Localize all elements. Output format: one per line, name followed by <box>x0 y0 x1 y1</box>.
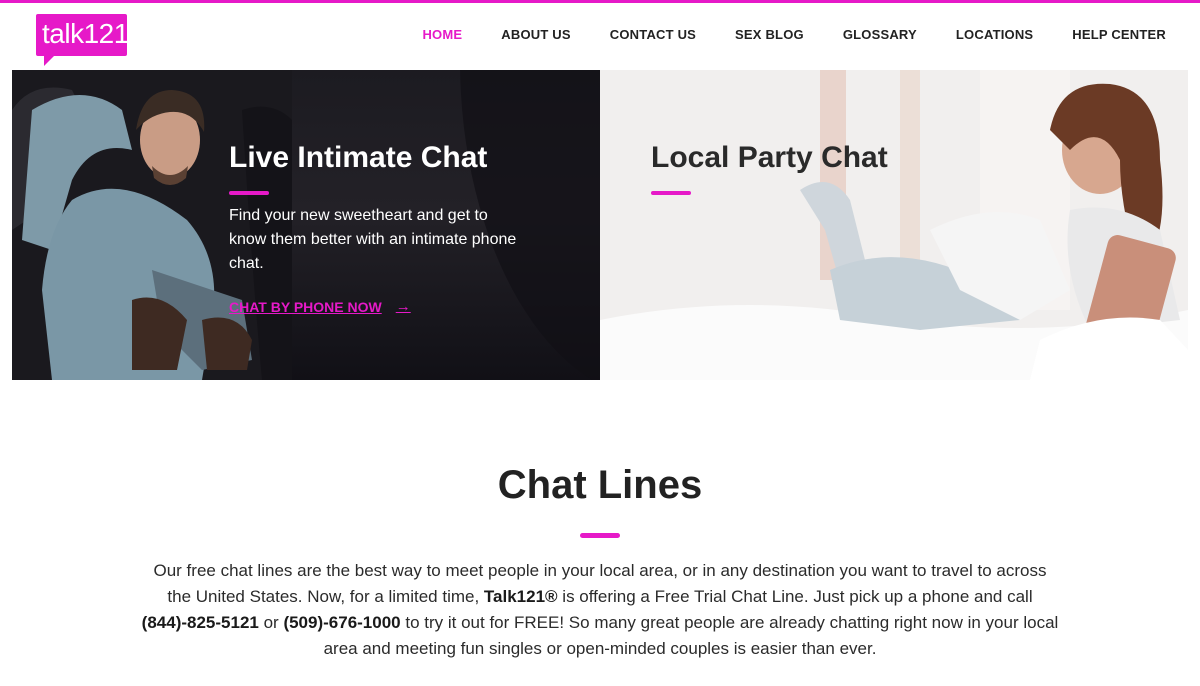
chat-lines-paragraph: Our free chat lines are the best way to … <box>140 558 1060 662</box>
arrow-right-icon: → <box>395 298 411 315</box>
nav-sex-blog[interactable]: SEX BLOG <box>735 27 804 42</box>
phone-number-2[interactable]: (509)-676-1000 <box>283 613 400 632</box>
phone-number-1[interactable]: (844)-825-5121 <box>142 613 259 632</box>
chat-lines-heading: Chat Lines <box>497 463 703 507</box>
nav-locations[interactable]: LOCATIONS <box>956 27 1033 42</box>
chat-by-phone-now-label: CHAT BY PHONE NOW <box>229 298 382 315</box>
paragraph-text: is offering a Free Trial Chat Line. Just… <box>557 587 1033 606</box>
logo-text: talk121 <box>42 18 129 49</box>
brand-name-text: Talk121® <box>483 587 558 606</box>
hero-title-underline <box>651 191 691 195</box>
paragraph-text: to try it out for FREE! So many great pe… <box>323 613 1059 658</box>
main-nav: HOME ABOUT US CONTACT US SEX BLOG GLOSSA… <box>383 3 1166 65</box>
nav-contact-us[interactable]: CONTACT US <box>610 27 696 42</box>
site-header: talk121 HOME ABOUT US CONTACT US SEX BLO… <box>0 3 1200 70</box>
nav-help-center[interactable]: HELP CENTER <box>1072 27 1166 42</box>
talk121-logo[interactable]: talk121 <box>36 14 129 67</box>
logo-speech-tail <box>44 54 56 66</box>
hero-description: Find your new sweetheart and get to know… <box>229 207 517 272</box>
nav-home[interactable]: HOME <box>422 27 462 42</box>
nav-glossary[interactable]: GLOSSARY <box>843 27 917 42</box>
hero-title-underline <box>229 191 269 195</box>
paragraph-text: or <box>258 613 284 632</box>
chat-by-phone-now-link[interactable]: CHAT BY PHONE NOW → <box>229 298 411 315</box>
chat-lines-underline <box>580 533 620 538</box>
hero-title-live-intimate-chat: Live Intimate Chat <box>229 141 488 174</box>
woman-on-bed-image <box>600 70 1188 380</box>
nav-about-us[interactable]: ABOUT US <box>501 27 571 42</box>
hero-section: Live Intimate Chat Find your new sweethe… <box>12 70 1188 380</box>
hero-title-local-party-chat: Local Party Chat <box>651 141 888 174</box>
hero-panel-local-party-chat[interactable] <box>600 70 1188 380</box>
